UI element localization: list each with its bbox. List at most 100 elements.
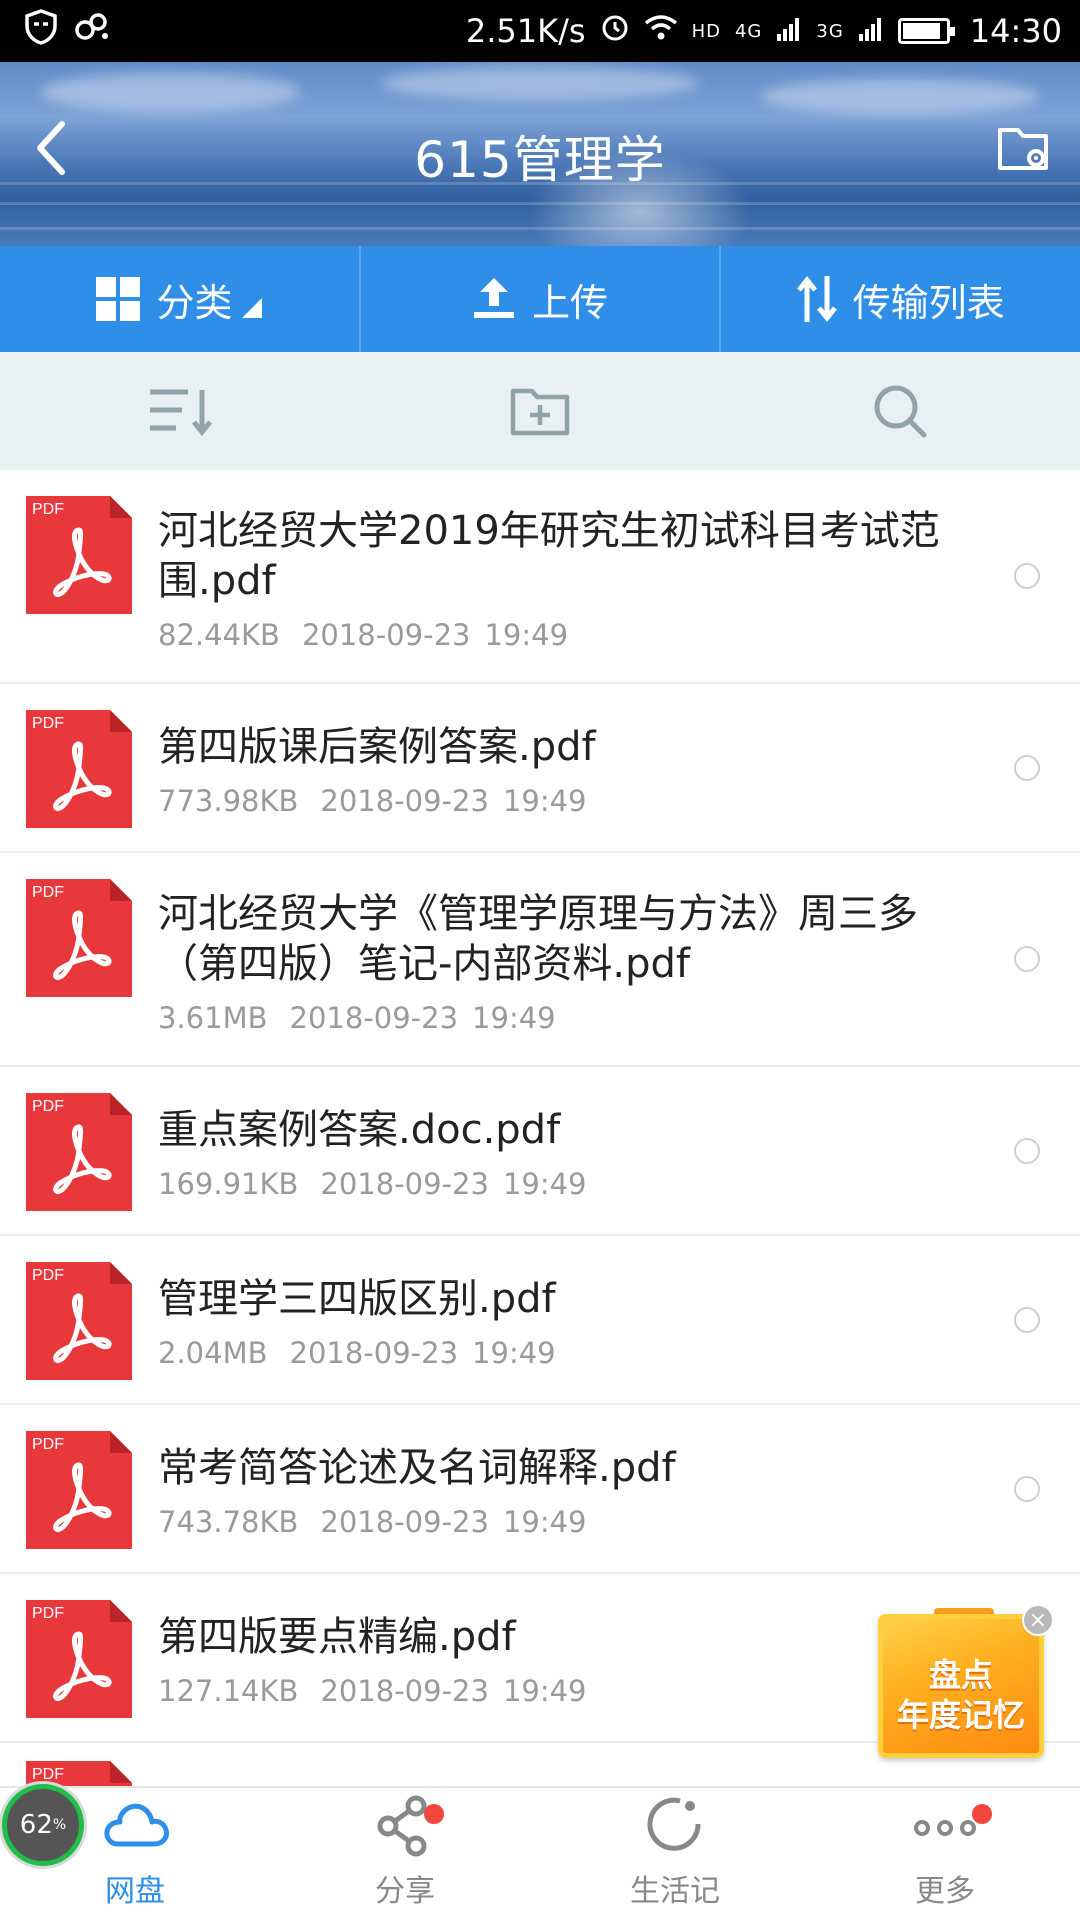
nav-life-diary-label: 生活记	[630, 1874, 720, 1909]
category-button[interactable]: 分类	[0, 246, 361, 352]
promo-box: 盘点 年度记忆	[878, 1614, 1044, 1758]
file-row[interactable]: PDF 常考简答论述及名词解释.pdf 743.78KB 2018-09-23 19:4…	[0, 1405, 1080, 1574]
battery-icon	[897, 18, 955, 44]
tool-row	[0, 352, 1080, 470]
status-bar: 2.51K/s HD 4G 3G 14:30	[0, 0, 1080, 62]
file-row[interactable]: PDF 河北经贸大学2019年研究生初试科目考试范围.pdf 82.44KB 2018…	[0, 470, 1080, 684]
file-size: 3.61MB	[158, 1001, 268, 1035]
file-time: 19:49	[472, 1336, 556, 1370]
nav-share[interactable]: 分享	[270, 1788, 540, 1920]
file-size: 169.91KB	[158, 1167, 299, 1201]
file-row[interactable]: PDF 河北经贸大学《管理学原理与方法》周三多（第四版）笔记-内部资料.pdf 3.…	[0, 853, 1080, 1067]
file-time: 19:49	[502, 1167, 587, 1201]
shield-icon	[24, 9, 58, 53]
clock: 14:30	[969, 12, 1062, 50]
wifi-icon	[644, 12, 678, 50]
page-title: 615管理学	[414, 131, 666, 189]
file-text: 重点案例答案.doc.pdf 169.91KB 2018-09-23 19:49	[158, 1105, 970, 1201]
file-list: PDF 河北经贸大学2019年研究生初试科目考试范围.pdf 82.44KB 2018…	[0, 470, 1080, 1803]
pdf-file-icon: PDF	[26, 496, 132, 614]
nav-life-diary[interactable]: 生活记	[540, 1788, 810, 1920]
file-size: 773.98KB	[158, 784, 299, 818]
select-radio[interactable]	[1014, 946, 1040, 972]
sea-wave	[0, 202, 1080, 205]
alarm-icon	[600, 12, 630, 50]
select-radio[interactable]	[1014, 1306, 1040, 1333]
file-size: 743.78KB	[158, 1505, 299, 1539]
file-name: 常考简答论述及名词解释.pdf	[158, 1445, 676, 1491]
select-radio[interactable]	[1014, 563, 1040, 589]
file-meta: 3.61MB 2018-09-23 19:49	[158, 1001, 970, 1035]
transfer-icon	[796, 275, 837, 323]
pdf-icon-label: PDF	[32, 884, 64, 901]
file-row[interactable]: PDF 重点案例答案.doc.pdf 169.91KB 2018-09-23 19:49	[0, 1067, 1080, 1236]
transfer-list-button[interactable]: 传输列表	[721, 246, 1080, 352]
search-button[interactable]	[860, 371, 940, 451]
new-folder-button[interactable]	[500, 371, 580, 451]
pdf-file-icon: PDF	[26, 710, 132, 828]
sig-3g-label: 3G	[816, 20, 844, 42]
battery-fill	[902, 23, 941, 39]
sky-cloud	[40, 72, 300, 112]
pdf-icon-label: PDF	[32, 1267, 64, 1284]
file-row[interactable]: PDF 管理学三四版区别.pdf 2.04MB 2018-09-23 19:49	[0, 1236, 1080, 1405]
speed-boost-badge[interactable]: 62%	[2, 1784, 84, 1866]
file-time: 19:49	[472, 1001, 556, 1035]
transfer-list-label: 传输列表	[852, 280, 1005, 325]
upload-label: 上传	[532, 280, 609, 325]
file-meta: 743.78KB 2018-09-23 19:49	[158, 1505, 970, 1539]
select-radio[interactable]	[1014, 1137, 1040, 1164]
sort-icon	[150, 389, 212, 436]
file-text: 常考简答论述及名词解释.pdf 743.78KB 2018-09-23 19:49	[158, 1443, 970, 1539]
file-size: 2.04MB	[158, 1336, 268, 1370]
file-date: 2018-09-23	[320, 784, 489, 818]
cloud-icon	[104, 1803, 169, 1847]
pdf-file-icon: PDF	[26, 1093, 132, 1211]
select-radio[interactable]	[1014, 1475, 1040, 1502]
search-icon	[874, 385, 927, 438]
net-speed: 2.51K/s	[465, 12, 586, 50]
file-meta: 169.91KB 2018-09-23 19:49	[158, 1167, 970, 1201]
sig-4g-label: 4G	[734, 20, 763, 42]
nav-share-label: 分享	[375, 1874, 435, 1909]
bottom-nav: 网盘 分享 生活记 更多	[0, 1786, 1080, 1920]
share-badge-dot	[424, 1804, 444, 1824]
pdf-file-icon: PDF	[26, 1600, 132, 1718]
file-text: 第四版要点精编.pdf 127.14KB 2018-09-23 19:49	[158, 1612, 970, 1708]
file-meta: 2.04MB 2018-09-23 19:49	[158, 1336, 970, 1370]
sort-button[interactable]	[140, 371, 220, 451]
status-left	[24, 9, 112, 53]
file-date: 2018-09-23	[320, 1505, 489, 1539]
promo-close-button[interactable]: ×	[1022, 1604, 1054, 1636]
file-text: 第四版课后案例答案.pdf 773.98KB 2018-09-23 19:49	[158, 722, 970, 818]
select-radio[interactable]	[1014, 754, 1040, 781]
file-name: 重点案例答案.doc.pdf	[158, 1107, 561, 1153]
file-row[interactable]: PDF 第四版课后案例答案.pdf 773.98KB 2018-09-23 19:49	[0, 684, 1080, 853]
signal-3g-icon	[858, 12, 884, 50]
pdf-file-icon: PDF	[26, 1431, 132, 1549]
more-dots-icon	[914, 1820, 976, 1836]
file-name: 河北经贸大学《管理学原理与方法》周三多（第四版）笔记-内部资料.pdf	[158, 891, 918, 987]
share-icon	[377, 1795, 427, 1857]
file-text: 管理学三四版区别.pdf 2.04MB 2018-09-23 19:49	[158, 1274, 970, 1370]
pdf-icon-label: PDF	[32, 1098, 64, 1115]
nav-more[interactable]: 更多	[810, 1788, 1080, 1920]
status-right: 2.51K/s HD 4G 3G 14:30	[466, 12, 1062, 50]
promo-text: 盘点 年度记忆	[883, 1655, 1039, 1735]
pdf-icon-label: PDF	[32, 715, 64, 732]
signal-4g-icon	[776, 12, 802, 50]
pdf-icon-label: PDF	[32, 1766, 64, 1783]
file-time: 19:49	[502, 1505, 587, 1539]
promo-line1: 盘点	[928, 1656, 993, 1694]
upload-button[interactable]: 上传	[361, 246, 722, 352]
file-size: 127.14KB	[158, 1674, 299, 1708]
file-name: 管理学三四版区别.pdf	[158, 1276, 556, 1322]
year-memory-promo[interactable]: 盘点 年度记忆 ×	[878, 1604, 1054, 1758]
folder-settings-button[interactable]	[996, 120, 1056, 180]
header: 615管理学	[0, 62, 1080, 246]
more-badge-dot	[972, 1804, 992, 1824]
file-name: 河北经贸大学2019年研究生初试科目考试范围.pdf	[158, 508, 940, 604]
dropdown-triangle-icon	[242, 298, 263, 318]
sky-cloud	[760, 78, 1040, 114]
folder-settings-icon	[998, 128, 1048, 170]
